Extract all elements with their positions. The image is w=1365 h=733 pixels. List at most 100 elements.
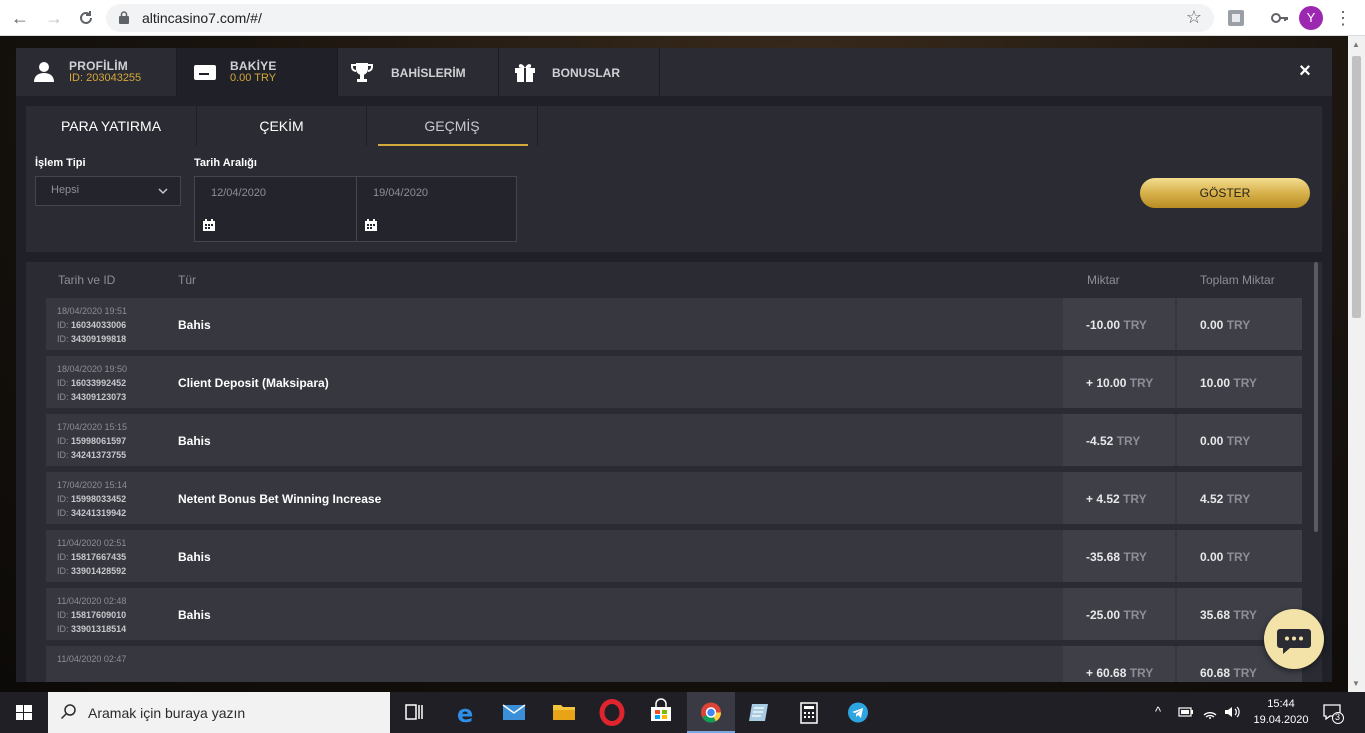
row-datetime: 17/04/2020 15:14 [57, 480, 128, 490]
transaction-history-table: Tarih ve ID Tür Miktar Toplam Miktar 18/… [26, 262, 1322, 682]
volume-icon[interactable] [1224, 705, 1242, 719]
header-date-id: Tarih ve ID [58, 273, 116, 287]
extension-icon[interactable] [1226, 8, 1246, 28]
reload-icon[interactable] [74, 6, 98, 30]
transaction-type-select[interactable]: Hepsi [35, 176, 181, 206]
row-amount: -35.68 TRY [1086, 550, 1147, 564]
row-amount: -4.52 TRY [1086, 434, 1140, 448]
store-icon[interactable] [637, 692, 685, 733]
date-range-picker: 12/04/2020 19/04/2020 [194, 176, 517, 242]
telegram-icon[interactable] [834, 692, 882, 733]
task-view-icon[interactable] [390, 692, 438, 733]
row-amount-value: -10.00 [1086, 318, 1121, 332]
row-id2: ID: 33901318514 [57, 622, 126, 636]
id-value: 16034033006 [71, 320, 127, 330]
scroll-down-icon[interactable]: ▼ [1352, 679, 1360, 688]
row-meta: 17/04/2020 15:15 ID: 15998061597 ID: 34241… [57, 420, 127, 462]
tab-bonuses[interactable]: BONUSLAR [499, 48, 660, 96]
row-amount: + 4.52 TRY [1086, 492, 1147, 506]
taskbar-search[interactable]: Aramak için buraya yazın [48, 692, 390, 733]
tab-my-bets[interactable]: BAHİSLERİM [338, 48, 499, 96]
row-amount-value: + 4.52 [1086, 492, 1120, 506]
live-chat-button[interactable] [1264, 609, 1324, 669]
id-value: 16033992452 [71, 378, 127, 388]
account-nav: PROFİLİM ID: 203043255 BAKİYE 0.00 TRY B… [16, 48, 1332, 96]
calendar-icon [365, 219, 377, 231]
table-row: 11/04/2020 02:47 + 60.68 TRY 60.68 TRY [46, 646, 1302, 682]
row-amount-value: -25.00 [1086, 608, 1121, 622]
row-id2: ID: 34241373755 [57, 448, 127, 462]
currency-label: TRY [1116, 434, 1141, 448]
currency-label: TRY [1233, 376, 1257, 390]
key-icon[interactable] [1270, 8, 1290, 28]
row-meta: 18/04/2020 19:51 ID: 16034033006 ID: 34309… [57, 304, 127, 346]
tab-balance[interactable]: BAKİYE 0.00 TRY [177, 48, 338, 96]
table-scrollbar[interactable] [1314, 262, 1318, 532]
forward-arrow-icon[interactable]: → [42, 6, 66, 30]
date-from-field[interactable]: 12/04/2020 [195, 177, 356, 241]
id-value: 33901428592 [71, 566, 127, 576]
subtab-deposit[interactable]: PARA YATIRMA [26, 106, 197, 146]
table-row: 11/04/2020 02:51 ID: 15817667435 ID: 33901… [46, 530, 1302, 582]
row-amount-value: + 10.00 [1086, 376, 1127, 390]
transaction-type-value: Hepsi [51, 184, 80, 196]
section-divider [26, 252, 1322, 262]
file-explorer-icon[interactable] [540, 692, 588, 733]
row-total-cell: 0.00 TRY [1177, 414, 1302, 466]
menu-kebab-icon[interactable]: ⋮ [1334, 6, 1352, 30]
bookmark-star-icon[interactable]: ☆ [1186, 7, 1202, 28]
date-range-label: Tarih Aralığı [194, 157, 257, 169]
date-from-value: 12/04/2020 [211, 187, 267, 199]
row-amount-cell: -25.00 TRY [1063, 588, 1175, 640]
wifi-icon[interactable] [1202, 705, 1218, 719]
url-text: altincasino7.com/#/ [142, 10, 262, 26]
clock-date: 19.04.2020 [1253, 714, 1309, 726]
row-total: 4.52 TRY [1200, 492, 1250, 506]
date-to-field[interactable]: 19/04/2020 [356, 177, 517, 241]
subtab-withdraw[interactable]: ÇEKİM [197, 106, 367, 146]
id-value: 15817609010 [71, 610, 127, 620]
address-bar[interactable]: altincasino7.com/#/ ☆ [106, 4, 1214, 32]
row-id1: ID: 15817667435 [57, 550, 126, 564]
row-total-value: 0.00 [1200, 550, 1224, 564]
row-amount-cell: -35.68 TRY [1063, 530, 1175, 582]
start-button[interactable] [0, 692, 48, 733]
chevron-up-icon[interactable]: ^ [1155, 704, 1161, 719]
scroll-up-icon[interactable]: ▲ [1352, 40, 1360, 49]
page-scrollbar[interactable]: ▲ ▼ [1348, 36, 1365, 692]
currency-label: TRY [1123, 492, 1147, 506]
row-meta: 18/04/2020 19:50 ID: 16033992452 ID: 34309… [57, 362, 127, 404]
calculator-icon[interactable] [785, 692, 833, 733]
back-arrow-icon[interactable]: ← [8, 6, 32, 30]
close-icon[interactable]: × [1296, 61, 1314, 81]
subtab-history[interactable]: GEÇMİŞ [367, 106, 538, 146]
tab-profile[interactable]: PROFİLİM ID: 203043255 [16, 48, 177, 96]
profile-avatar[interactable]: Y [1299, 6, 1323, 30]
show-button[interactable]: GÖSTER [1140, 178, 1310, 208]
edge-icon[interactable]: e [442, 692, 490, 733]
system-clock[interactable]: 15:44 19.04.2020 [1248, 696, 1314, 728]
row-meta: 17/04/2020 15:14 ID: 15998033452 ID: 34241… [57, 478, 127, 520]
battery-icon[interactable] [1178, 706, 1194, 718]
scrollbar-thumb[interactable] [1352, 56, 1361, 318]
mail-icon[interactable] [490, 692, 538, 733]
row-datetime: 17/04/2020 15:15 [57, 422, 128, 432]
gift-icon [515, 64, 535, 82]
row-total-cell: 0.00 TRY [1177, 530, 1302, 582]
opera-icon[interactable] [588, 692, 636, 733]
row-datetime: 18/04/2020 19:51 [57, 306, 128, 316]
row-type: Bahis [178, 318, 211, 332]
row-total-value: 4.52 [1200, 492, 1224, 506]
chrome-icon[interactable] [687, 692, 735, 733]
currency-label: TRY [1226, 318, 1251, 332]
notification-center-icon[interactable]: 3 [1322, 702, 1344, 724]
row-amount-value: + 60.68 [1086, 666, 1127, 680]
id-value: 34241319942 [71, 508, 127, 518]
row-meta: 11/04/2020 02:51 ID: 15817667435 ID: 33901… [57, 536, 126, 578]
currency-label: TRY [1129, 666, 1154, 680]
currency-label: TRY [1226, 550, 1251, 564]
notes-app-icon[interactable] [735, 692, 783, 733]
row-amount: -10.00 TRY [1086, 318, 1147, 332]
table-row: 17/04/2020 15:15 ID: 15998061597 ID: 34241… [46, 414, 1302, 466]
row-id1: ID: 16033992452 [57, 376, 127, 390]
